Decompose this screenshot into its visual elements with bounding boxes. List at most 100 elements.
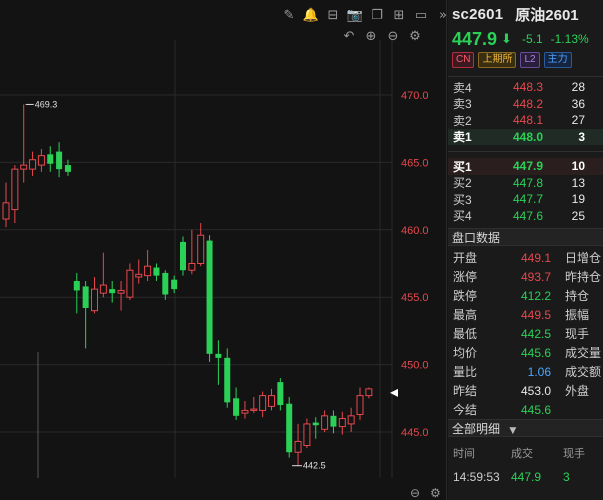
compare-icon[interactable]: ⊟ <box>324 7 342 25</box>
candle-body <box>224 357 231 403</box>
trade-table-header: 时间 成交 现手 <box>448 443 603 463</box>
candle-body <box>233 398 240 416</box>
bid-label: 买3 <box>453 192 472 207</box>
stat-label-right: 成交额 <box>565 365 602 379</box>
bid-volume: 25 <box>571 208 585 223</box>
low-marker-label: 442.5 <box>303 461 326 471</box>
ask-price: 448.0 <box>512 129 543 144</box>
symbol-name: 原油2601 <box>515 6 579 24</box>
trade-volume: 3 <box>563 470 570 484</box>
tag-cn: CN <box>452 52 475 68</box>
zoom-out-bottom-icon: ⊖ <box>410 486 420 500</box>
bid-label: 买1 <box>453 159 472 174</box>
candle-body <box>294 440 302 453</box>
ask-label: 卖1 <box>453 130 472 145</box>
undo-icon[interactable]: ↶ <box>340 28 358 46</box>
col-price: 成交 <box>511 448 533 460</box>
zoom-out-icon[interactable]: ⊖ <box>384 28 402 46</box>
orderbook-bids: 买1 447.9 10 买2 447.8 13 买3 447.7 19 买4 4… <box>448 158 603 224</box>
candlestick-chart-panel[interactable]: 470.0 465.0 460.0 455.0 450.0 445.0 469.3 442.5… <box>0 0 447 500</box>
candle-body <box>135 273 143 278</box>
tag-main-contract: 主力 <box>543 52 572 68</box>
stat-value: 445.6 <box>520 402 551 417</box>
grid-icon[interactable]: ⊞ <box>390 7 408 25</box>
ask-price: 448.3 <box>512 80 543 95</box>
candle-body <box>56 151 63 170</box>
stat-row-limit-down: 跌停 412.2 持仓 <box>448 286 603 305</box>
candle-body <box>47 154 54 164</box>
candle-body <box>126 269 134 298</box>
ask-price: 448.2 <box>512 96 543 111</box>
stat-label-right: 外盘 <box>565 384 590 398</box>
pencil-icon[interactable]: ✎ <box>280 7 298 25</box>
ask-volume: 28 <box>571 80 585 95</box>
candle-body <box>312 422 319 426</box>
y-tick-label: 450.0 <box>401 360 429 372</box>
last-price-marker <box>390 388 398 397</box>
candle-body <box>338 418 346 428</box>
copy-icon[interactable]: ❐ <box>368 7 386 25</box>
quote-panel: sc2601 原油2601 447.9 ⬇ -5.1 -1.13% CN 上期所… <box>448 0 603 500</box>
candle-body <box>321 415 329 430</box>
stat-label-right: 成交量 <box>565 346 602 360</box>
stat-label-right: 持仓 <box>565 289 590 303</box>
stat-label: 涨停 <box>453 270 478 284</box>
candle-body <box>188 263 196 271</box>
trade-detail-dropdown[interactable]: 全部明细 ▼ <box>448 419 603 437</box>
stat-row-open: 开盘 449.1 日增仓 <box>448 248 603 267</box>
stat-row-avg: 均价 445.6 成交量 <box>448 343 603 362</box>
bid-price: 447.7 <box>512 192 543 207</box>
ask-volume: 36 <box>571 96 585 111</box>
tag-l2[interactable]: L2 <box>520 52 540 68</box>
candlestick-chart[interactable]: 470.0 465.0 460.0 455.0 450.0 445.0 469.3 442.5… <box>0 0 447 500</box>
y-tick-label: 470.0 <box>401 90 429 102</box>
candle-body <box>64 165 71 172</box>
stat-row-vol-ratio: 量比 1.06 成交额 <box>448 362 603 381</box>
stat-label: 最低 <box>453 327 478 341</box>
candle-body <box>99 284 107 294</box>
y-tick-label: 455.0 <box>401 292 429 304</box>
quote-stats: 开盘 449.1 日增仓 涨停 493.7 昨持仓 跌停 412.2 持仓 最高… <box>448 248 603 419</box>
stat-value: 1.06 <box>527 364 551 379</box>
stat-value: 445.6 <box>520 345 551 360</box>
bid-label: 买4 <box>453 209 472 224</box>
stat-value: 493.7 <box>520 269 551 284</box>
trade-price: 447.9 <box>511 470 542 484</box>
zoom-in-icon[interactable]: ⊕ <box>362 28 380 46</box>
candle-body <box>153 267 160 276</box>
candle-body <box>82 286 89 308</box>
bid-volume: 10 <box>571 159 585 174</box>
candle-body <box>37 155 45 166</box>
y-tick-label: 460.0 <box>401 225 429 237</box>
candle-body <box>250 408 258 411</box>
candle-body <box>11 168 19 211</box>
stat-label-right: 振幅 <box>565 308 590 322</box>
camera-icon[interactable]: 📷 <box>346 7 364 25</box>
candle-body <box>365 388 373 397</box>
best-ask-row: 卖1 448.0 3 <box>448 128 603 145</box>
candle-body <box>241 409 249 414</box>
candle-body <box>2 202 10 220</box>
col-volume: 现手 <box>563 448 585 460</box>
ask-label: 卖2 <box>453 113 472 128</box>
price-change-percent: -1.13% <box>550 32 589 46</box>
y-tick-label: 445.0 <box>401 427 429 439</box>
stat-row-settle: 今结 445.6 <box>448 400 603 419</box>
settings-icon[interactable]: ⚙ <box>406 28 424 46</box>
candle-body <box>73 281 80 291</box>
candle-body <box>20 164 28 170</box>
ask-row: 卖2 448.1 27 <box>448 112 603 129</box>
candle-body <box>330 415 337 427</box>
candle-body <box>277 382 284 406</box>
stat-label-right: 昨持仓 <box>565 270 602 284</box>
stat-value: 442.5 <box>520 326 551 341</box>
price-change: -5.1 <box>521 32 543 46</box>
candle-body <box>180 241 186 271</box>
down-arrow-icon: ⬇ <box>501 31 512 47</box>
candle-body <box>347 415 355 425</box>
bid-price: 447.9 <box>512 159 543 174</box>
bell-icon[interactable]: 🔔 <box>302 7 320 25</box>
window-icon[interactable]: ▭ <box>412 7 430 25</box>
ask-volume: 27 <box>571 113 585 128</box>
stat-label: 今结 <box>453 403 478 417</box>
